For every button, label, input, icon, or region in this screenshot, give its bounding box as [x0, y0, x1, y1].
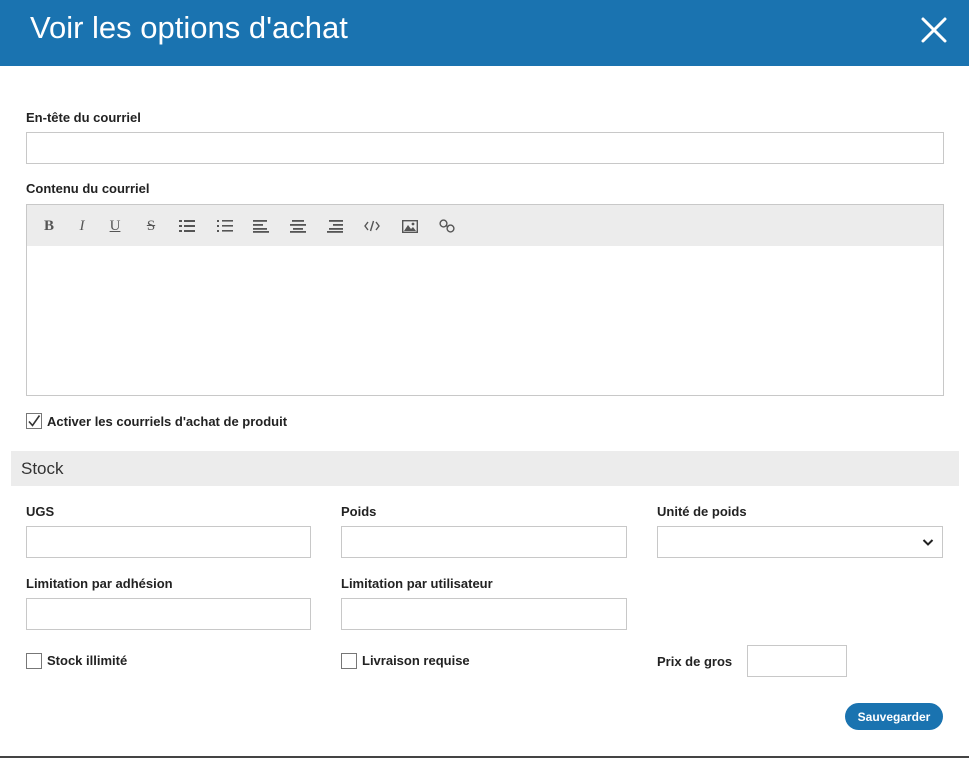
strikethrough-icon: S [146, 217, 156, 234]
bold-button[interactable]: B [38, 216, 60, 236]
wholesale-price-input[interactable] [747, 645, 847, 677]
code-button[interactable] [361, 216, 383, 236]
italic-icon: I [79, 217, 85, 234]
editor-toolbar: B I U S [27, 205, 943, 246]
numbered-list-icon [217, 220, 233, 232]
underline-icon: U [109, 217, 121, 234]
numbered-list-button[interactable] [214, 216, 236, 236]
dialog-header: Voir les options d'achat [0, 0, 969, 66]
sku-label: UGS [26, 504, 55, 519]
weight-unit-label: Unité de poids [657, 504, 747, 519]
email-content-label: Contenu du courriel [26, 181, 150, 196]
shipping-required-label: Livraison requise [362, 653, 470, 668]
user-limit-label: Limitation par utilisateur [341, 576, 493, 591]
align-right-button[interactable] [324, 216, 346, 236]
stock-section-title: Stock [21, 459, 64, 478]
unlimited-stock-checkbox[interactable] [26, 653, 42, 669]
bullet-list-icon [179, 220, 195, 232]
sku-input[interactable] [26, 526, 311, 558]
weight-label: Poids [341, 504, 377, 519]
email-header-input[interactable] [26, 132, 944, 164]
enable-emails-label: Activer les courriels d'achat de produit [47, 414, 288, 429]
image-icon [402, 219, 418, 233]
link-button[interactable] [436, 216, 458, 236]
code-icon [364, 220, 380, 232]
editor-content-area[interactable] [27, 246, 943, 395]
strikethrough-button[interactable]: S [140, 216, 162, 236]
weight-unit-select[interactable] [657, 526, 943, 558]
email-content-editor: B I U S [26, 204, 944, 396]
stock-section-header: Stock [11, 451, 959, 486]
image-button[interactable] [399, 216, 421, 236]
chevron-down-icon [922, 539, 934, 546]
user-limit-input[interactable] [341, 598, 627, 630]
align-left-icon [253, 219, 269, 233]
wholesale-price-label: Prix de gros [657, 654, 733, 669]
shipping-required-checkbox[interactable] [341, 653, 357, 669]
close-icon [921, 17, 947, 43]
align-right-icon [327, 219, 343, 233]
checkmark-icon [28, 415, 41, 427]
membership-limit-label: Limitation par adhésion [26, 576, 173, 591]
bullet-list-button[interactable] [176, 216, 198, 236]
membership-limit-input[interactable] [26, 598, 311, 630]
enable-emails-checkbox[interactable] [26, 413, 42, 429]
italic-button[interactable]: I [71, 216, 93, 236]
close-button[interactable] [918, 14, 950, 46]
bold-icon: B [43, 217, 54, 234]
underline-button[interactable]: U [104, 216, 126, 236]
dialog-title: Voir les options d'achat [30, 10, 348, 45]
link-icon [439, 219, 455, 233]
save-button[interactable]: Sauvegarder [845, 703, 943, 730]
align-left-button[interactable] [250, 216, 272, 236]
align-center-icon [290, 219, 306, 233]
align-center-button[interactable] [287, 216, 309, 236]
unlimited-stock-label: Stock illimité [47, 653, 128, 668]
email-header-label: En-tête du courriel [26, 110, 141, 125]
weight-input[interactable] [341, 526, 627, 558]
